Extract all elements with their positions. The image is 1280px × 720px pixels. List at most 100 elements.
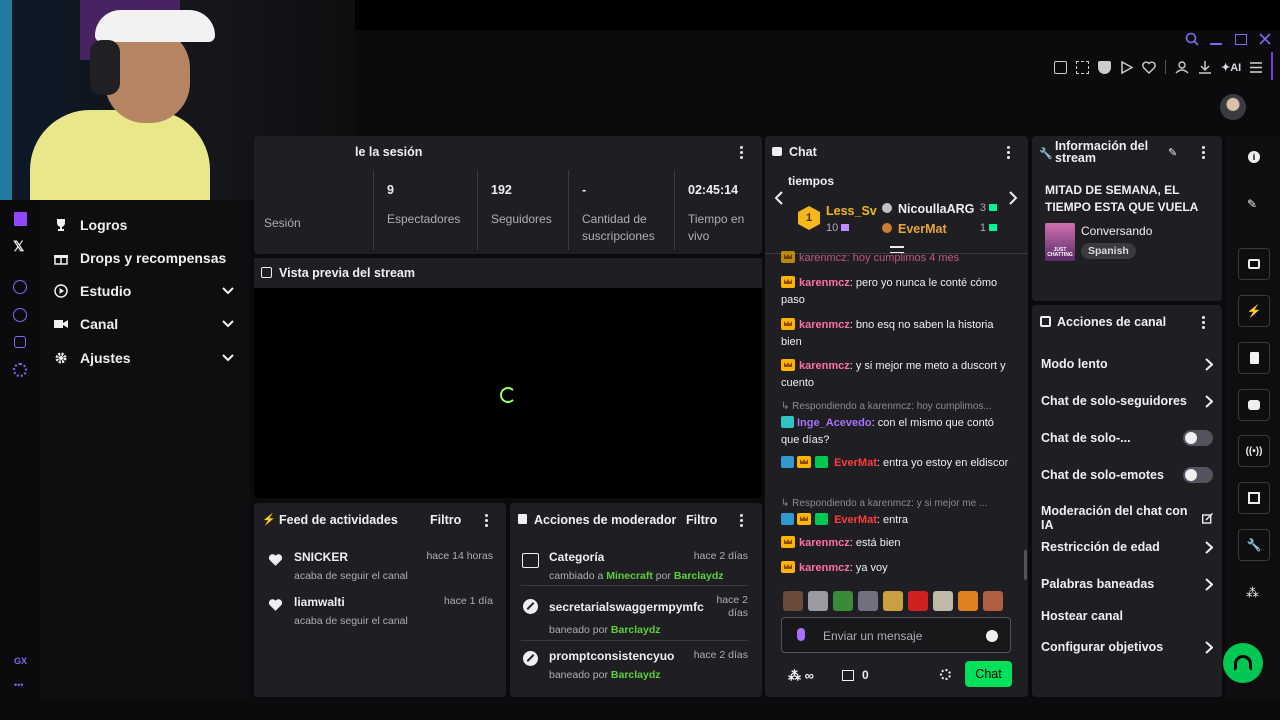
avatar[interactable] <box>1220 94 1246 120</box>
stat-viewers: 9 Espectadores <box>387 183 461 226</box>
layout-button[interactable] <box>1238 482 1270 514</box>
notes-button[interactable] <box>1238 342 1270 374</box>
action-host-channel[interactable]: Hostear canal <box>1041 609 1213 623</box>
bolt-icon: ⚡ <box>262 514 276 526</box>
chevron-right-icon <box>1205 577 1213 591</box>
menu-logros[interactable]: Logros <box>54 217 234 233</box>
chevron-down-icon[interactable] <box>222 287 234 295</box>
chat-button[interactable] <box>1238 389 1270 421</box>
bolt-button[interactable]: ⚡ <box>1238 295 1270 327</box>
mod-more-icon[interactable] <box>734 512 748 528</box>
more-icon[interactable]: ••• <box>14 680 23 690</box>
info-icon[interactable]: i <box>1248 151 1260 163</box>
menu-canal[interactable]: Canal <box>54 316 234 332</box>
chat-settings-icon[interactable] <box>940 669 951 680</box>
heart-icon <box>268 598 283 612</box>
ai-button[interactable]: ✦AI <box>1221 61 1241 74</box>
emote-icon[interactable] <box>958 591 978 611</box>
chevron-down-icon[interactable] <box>222 354 234 362</box>
gx-label[interactable]: GX <box>14 656 27 666</box>
emote-icon[interactable] <box>933 591 953 611</box>
action-goals[interactable]: Configurar objetivos <box>1041 640 1213 654</box>
chat-input[interactable]: Enviar un mensaje <box>781 617 1011 653</box>
pinned-message: tiempos <box>788 174 835 188</box>
chevron-right-icon[interactable] <box>1008 191 1018 205</box>
profile-icon[interactable] <box>1175 60 1189 74</box>
broadcast-icon: ((•)) <box>1245 445 1263 457</box>
action-ai-moderation[interactable]: Moderación del chat con IA <box>1041 504 1213 532</box>
broadcast-button[interactable]: ((•)) <box>1238 435 1270 467</box>
shield-icon[interactable] <box>1098 60 1111 74</box>
store-icon[interactable]: 0 <box>842 668 869 682</box>
emote-icon[interactable] <box>808 591 828 611</box>
stream-category[interactable]: Conversando <box>1081 224 1152 238</box>
menu-estudio[interactable]: Estudio <box>54 283 234 299</box>
action-subs-only[interactable]: Chat de solo-... <box>1041 430 1213 446</box>
feed-more-icon[interactable] <box>479 512 493 528</box>
external-link-icon <box>1202 512 1213 524</box>
close-icon[interactable] <box>1258 32 1272 46</box>
chevron-down-icon[interactable] <box>222 320 234 328</box>
chat-send-button[interactable]: Chat <box>965 661 1012 687</box>
emote-icon[interactable] <box>833 591 853 611</box>
emotes-only-toggle[interactable] <box>1183 467 1213 483</box>
emote-icon[interactable] <box>858 591 878 611</box>
minimize-icon[interactable] <box>1210 43 1222 45</box>
emote-bar <box>783 591 1011 611</box>
session-more-icon[interactable] <box>734 144 748 160</box>
restore-icon[interactable] <box>1235 34 1247 45</box>
action-age-restriction[interactable]: Restricción de edad <box>1041 540 1213 554</box>
twitch-icon[interactable] <box>14 212 27 226</box>
download-icon[interactable] <box>1198 60 1212 74</box>
ban-icon <box>523 599 538 614</box>
play-circle-icon[interactable] <box>13 280 27 294</box>
emote-icon[interactable] <box>983 591 1003 611</box>
trophy-icon <box>54 218 68 232</box>
action-emotes-only[interactable]: Chat de solo-emotes <box>1041 467 1213 483</box>
chat-more-icon[interactable] <box>1001 144 1015 160</box>
menu-ajustes[interactable]: Ajustes <box>54 350 234 366</box>
clip-button[interactable] <box>1238 248 1270 280</box>
emote-icon[interactable] <box>783 591 803 611</box>
emoji-icon[interactable] <box>986 630 998 642</box>
heart-icon[interactable] <box>1142 60 1156 74</box>
search-icon[interactable] <box>1185 32 1199 46</box>
play-icon[interactable] <box>1120 60 1133 74</box>
history-icon[interactable] <box>13 308 27 322</box>
chat-message: karenmcz: bno esq no saben la historia b… <box>781 318 994 348</box>
mod-item: secretarialswaggermpymfc baneado por Bar… <box>549 600 704 636</box>
extensions-icon[interactable]: ⁂ <box>1246 585 1259 601</box>
subs-only-toggle[interactable] <box>1183 430 1213 446</box>
accent-line <box>1271 52 1273 80</box>
action-banned-words[interactable]: Palabras baneadas <box>1041 577 1213 591</box>
mod-time: hace 2 días <box>693 649 748 661</box>
feed-filter-button[interactable]: Filtro <box>430 513 461 527</box>
emote-icon[interactable] <box>883 591 903 611</box>
screenshot-icon[interactable] <box>1076 60 1089 74</box>
tag-spanish[interactable]: Spanish <box>1081 243 1136 259</box>
action-followers-only[interactable]: Chat de solo-seguidores <box>1041 394 1213 408</box>
menu-drops[interactable]: Drops y recompensas <box>54 250 234 266</box>
pin-icon[interactable] <box>1054 60 1067 74</box>
points-icon[interactable]: ⁂ ∞ <box>788 668 814 684</box>
chat-icon <box>772 147 782 156</box>
chat-scrollbar[interactable] <box>1024 550 1027 580</box>
microphone-icon[interactable] <box>797 628 805 641</box>
mod-filter-button[interactable]: Filtro <box>686 513 717 527</box>
edit-icon[interactable]: ✎ <box>1168 146 1177 159</box>
menu-icon[interactable] <box>1250 61 1263 73</box>
action-slow-mode[interactable]: Modo lento <box>1041 357 1213 371</box>
channel-actions-more-icon[interactable] <box>1196 314 1210 330</box>
chat-message-cut: karenmcz: hoy cumplimos 4 mes <box>781 250 1013 264</box>
support-fab[interactable] <box>1223 643 1263 683</box>
settings-icon[interactable] <box>13 363 27 377</box>
x-icon[interactable]: 𝕏 <box>13 238 24 255</box>
extensions-icon[interactable] <box>14 336 26 348</box>
pencil-icon[interactable]: ✎ <box>1247 197 1257 211</box>
stream-info-more-icon[interactable] <box>1196 144 1210 160</box>
tools-button[interactable]: 🔧 <box>1238 529 1270 561</box>
chevron-left-icon[interactable] <box>774 191 784 205</box>
clip-icon <box>1248 259 1260 269</box>
emote-icon[interactable] <box>908 591 928 611</box>
video-icon <box>54 318 68 330</box>
